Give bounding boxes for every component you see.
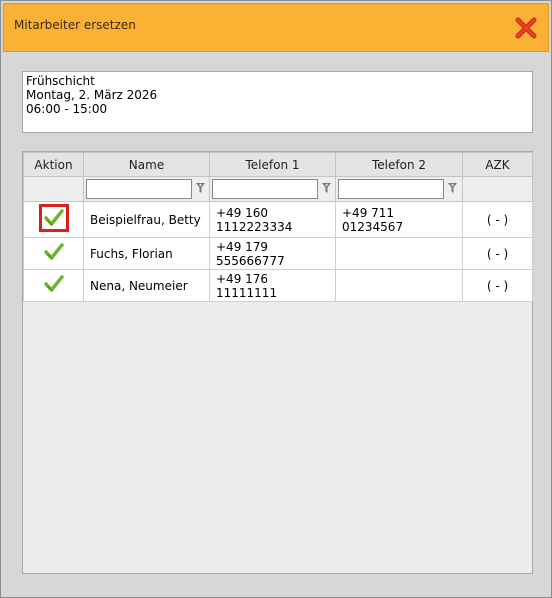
column-header-telefon2[interactable]: Telefon 2 <box>335 152 463 177</box>
filter-icon[interactable] <box>448 183 457 194</box>
table-row[interactable]: Fuchs, Florian +49 179 555666777 ( - ) <box>23 237 533 270</box>
action-cell <box>23 269 84 302</box>
employee-azk: ( - ) <box>462 201 533 238</box>
employee-name: Fuchs, Florian <box>83 237 210 270</box>
filter-cell-azk <box>462 176 533 202</box>
shift-name: Frühschicht <box>26 74 95 88</box>
telefon2-filter-input[interactable] <box>338 179 444 199</box>
employee-azk: ( - ) <box>462 237 533 270</box>
select-check-icon[interactable] <box>39 270 69 298</box>
employee-phone2: +49 711 01234567 <box>335 201 463 238</box>
dialog-title: Mitarbeiter ersetzen <box>14 18 136 32</box>
column-header-telefon1[interactable]: Telefon 1 <box>209 152 336 177</box>
close-icon[interactable] <box>514 16 538 40</box>
table-row[interactable]: Nena, Neumeier +49 176 11111111 ( - ) <box>23 269 533 302</box>
employee-phone1: +49 176 11111111 <box>209 269 336 302</box>
column-header-name[interactable]: Name <box>83 152 210 177</box>
column-header-aktion: Aktion <box>23 152 84 177</box>
select-check-icon[interactable] <box>39 238 69 266</box>
action-cell <box>23 237 84 270</box>
replace-employee-dialog: Mitarbeiter ersetzen Frühschicht Montag,… <box>0 0 552 598</box>
table-row[interactable]: Beispielfrau, Betty +49 160 1112223334 +… <box>23 201 533 238</box>
select-check-icon[interactable] <box>38 204 69 232</box>
employee-grid: Aktion Name Telefon 1 Telefon 2 AZK Beis… <box>22 151 533 574</box>
name-filter-input[interactable] <box>86 179 192 199</box>
filter-row <box>23 176 533 202</box>
employee-name: Nena, Neumeier <box>83 269 210 302</box>
filter-cell-name <box>83 176 210 202</box>
employee-phone1: +49 179 555666777 <box>209 237 336 270</box>
filter-icon[interactable] <box>322 183 331 194</box>
shift-date: Montag, 2. März 2026 <box>26 88 158 102</box>
filter-cell-telefon2 <box>335 176 463 202</box>
dialog-titlebar: Mitarbeiter ersetzen <box>3 3 549 52</box>
filter-cell-empty <box>23 176 84 202</box>
filter-cell-telefon1 <box>209 176 336 202</box>
telefon1-filter-input[interactable] <box>212 179 318 199</box>
phone1-line2: 1112223334 <box>216 219 293 234</box>
employee-phone2 <box>335 269 463 302</box>
shift-info: Frühschicht Montag, 2. März 2026 06:00 -… <box>22 71 533 133</box>
employee-table: Aktion Name Telefon 1 Telefon 2 AZK Beis… <box>23 152 533 302</box>
filter-icon[interactable] <box>196 183 205 194</box>
action-cell <box>23 201 84 238</box>
employee-name: Beispielfrau, Betty <box>83 201 210 238</box>
column-header-azk[interactable]: AZK <box>462 152 533 177</box>
shift-time: 06:00 - 15:00 <box>26 102 108 116</box>
employee-phone2 <box>335 237 463 270</box>
employee-phone1: +49 160 1112223334 <box>209 201 336 238</box>
phone1-line1: +49 160 <box>216 205 269 220</box>
employee-azk: ( - ) <box>462 269 533 302</box>
